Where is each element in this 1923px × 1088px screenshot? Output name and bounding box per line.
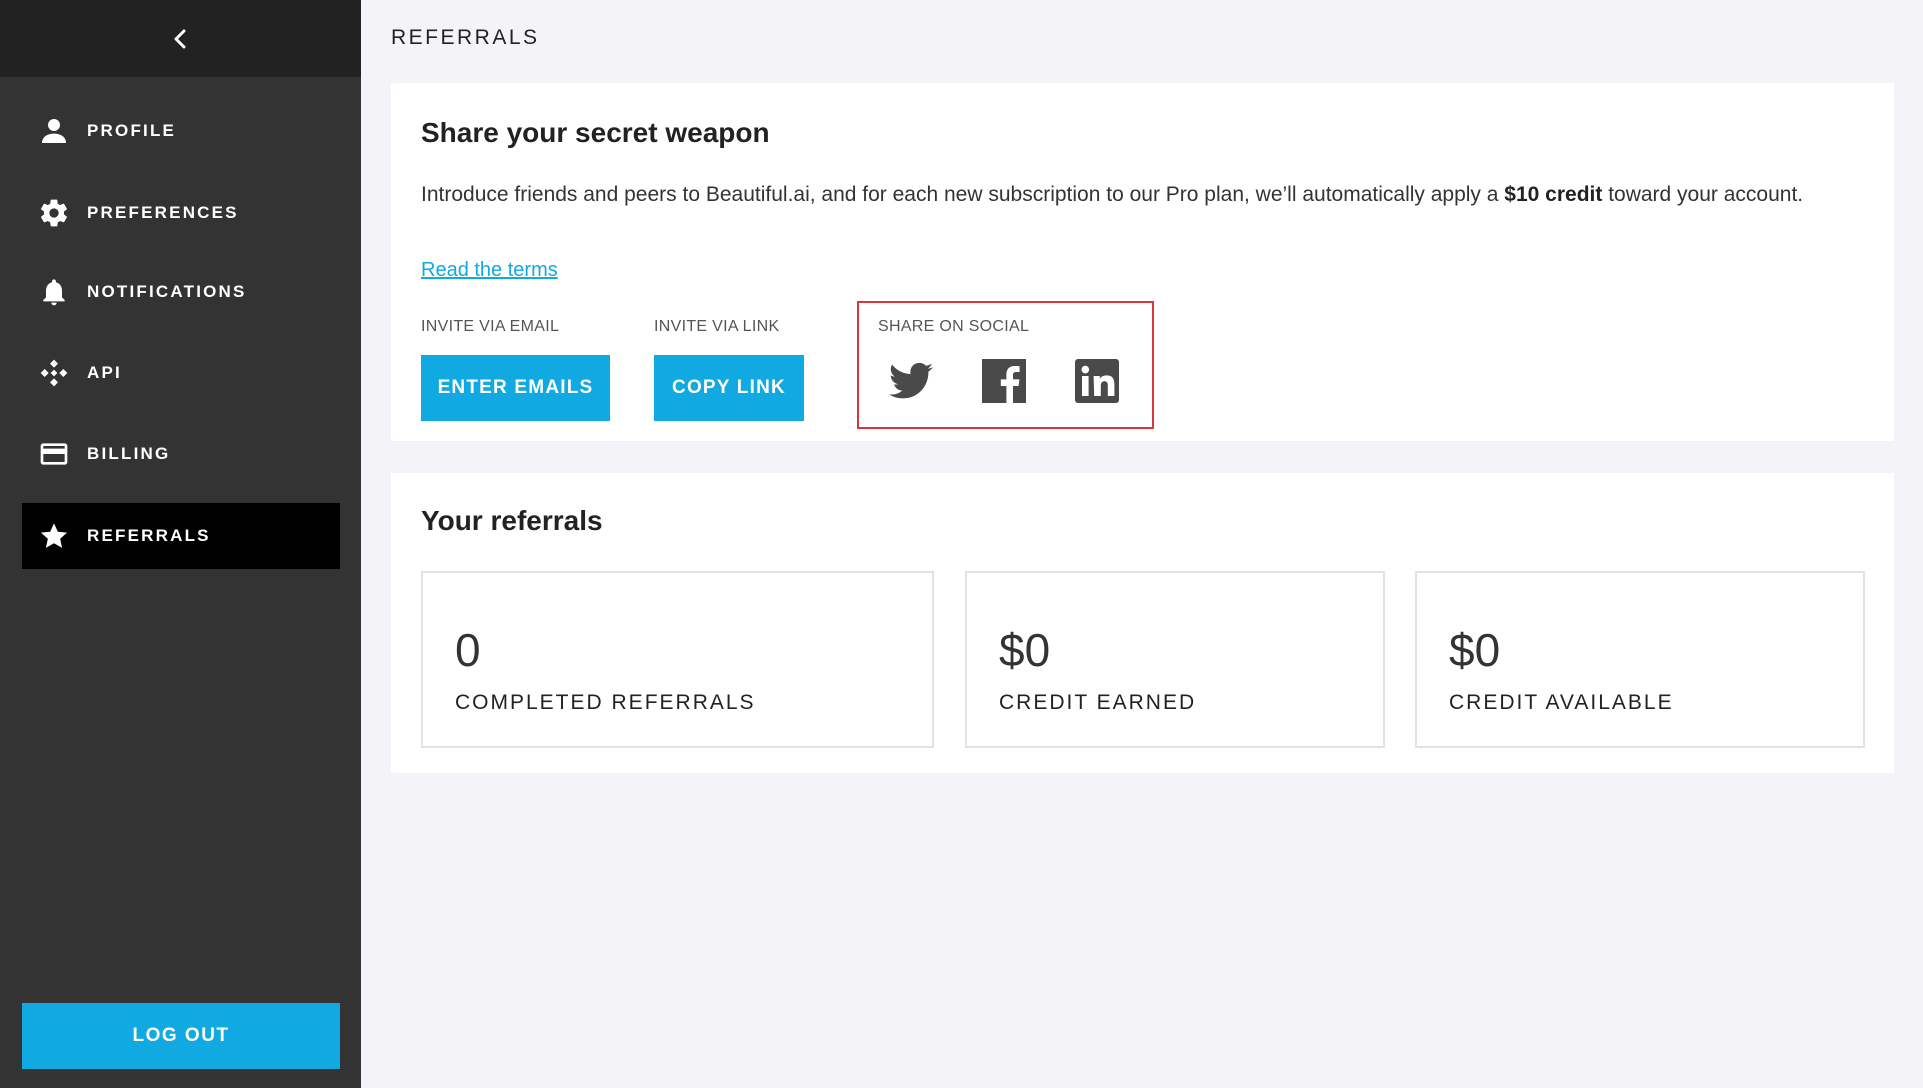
stat-value: $0: [999, 624, 1051, 676]
invite-link-label: INVITE VIA LINK: [654, 318, 780, 335]
facebook-icon[interactable]: [980, 357, 1028, 405]
intro-text-end: toward your account.: [1602, 183, 1804, 206]
read-terms-link[interactable]: Read the terms: [421, 259, 558, 282]
stat-caption: CREDIT AVAILABLE: [1449, 691, 1674, 714]
sidebar-header: [0, 0, 361, 77]
linkedin-icon[interactable]: [1073, 357, 1121, 405]
sidebar-item-referrals[interactable]: REFERRALS: [22, 503, 340, 569]
share-card: Share your secret weapon Introduce frien…: [391, 83, 1894, 441]
invite-email-label: INVITE VIA EMAIL: [421, 318, 560, 335]
sidebar-item-label: REFERRALS: [87, 526, 211, 545]
stat-caption: COMPLETED REFERRALS: [455, 691, 756, 714]
twitter-icon[interactable]: [887, 357, 935, 405]
chevron-left-icon[interactable]: [169, 27, 193, 51]
credit-card-icon: [37, 437, 71, 471]
sidebar-item-label: API: [87, 363, 122, 382]
bell-icon: [37, 275, 71, 309]
copy-link-button[interactable]: COPY LINK: [654, 355, 804, 421]
sidebar-item-profile[interactable]: PROFILE: [22, 98, 340, 164]
referrals-title: Your referrals: [421, 505, 603, 536]
share-social-label: SHARE ON SOCIAL: [878, 318, 1030, 335]
sidebar-item-label: BILLING: [87, 444, 171, 463]
page-title: REFERRALS: [391, 26, 540, 49]
enter-emails-button[interactable]: ENTER EMAILS: [421, 355, 610, 421]
sidebar-item-notifications[interactable]: NOTIFICATIONS: [22, 259, 340, 325]
intro-text: Introduce friends and peers to Beautiful…: [421, 183, 1505, 206]
stat-completed-referrals: 0 COMPLETED REFERRALS: [421, 571, 934, 748]
api-icon: [37, 356, 71, 390]
share-intro: Introduce friends and peers to Beautiful…: [421, 179, 1871, 210]
stat-credit-available: $0 CREDIT AVAILABLE: [1415, 571, 1865, 748]
sidebar-item-preferences[interactable]: PREFERENCES: [22, 180, 340, 246]
sidebar-item-label: PREFERENCES: [87, 203, 239, 222]
sidebar-item-label: PROFILE: [87, 121, 177, 140]
gear-icon: [37, 196, 71, 230]
stat-caption: CREDIT EARNED: [999, 691, 1197, 714]
intro-credit: $10 credit: [1504, 183, 1603, 206]
stat-value: 0: [455, 624, 481, 676]
main-content: REFERRALS Share your secret weapon Intro…: [361, 0, 1923, 1088]
star-icon: [37, 519, 71, 553]
person-icon: [37, 114, 71, 148]
sidebar-item-label: NOTIFICATIONS: [87, 282, 247, 301]
sidebar: PROFILE PREFERENCES NOTIFICATIONS API BI…: [0, 0, 361, 1088]
stat-value: $0: [1449, 624, 1501, 676]
referrals-card: Your referrals 0 COMPLETED REFERRALS $0 …: [391, 473, 1894, 773]
share-title: Share your secret weapon: [421, 117, 770, 148]
stat-credit-earned: $0 CREDIT EARNED: [965, 571, 1385, 748]
logout-button[interactable]: LOG OUT: [22, 1003, 340, 1069]
sidebar-item-api[interactable]: API: [22, 340, 340, 406]
sidebar-item-billing[interactable]: BILLING: [22, 421, 340, 487]
